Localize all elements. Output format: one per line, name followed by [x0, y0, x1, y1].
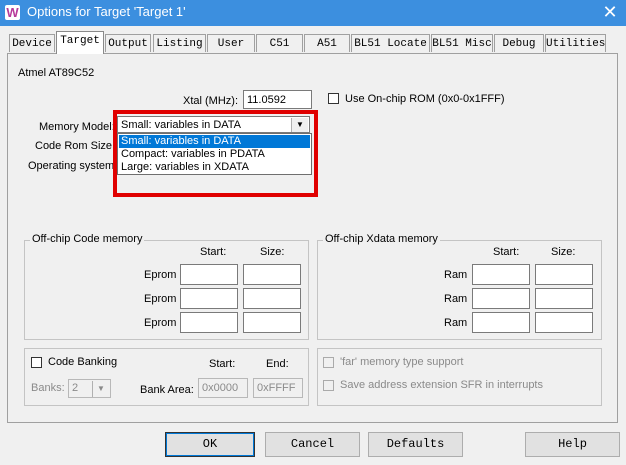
tab-utilities[interactable]: Utilities — [545, 34, 606, 52]
tab-bl51-misc[interactable]: BL51 Misc — [431, 34, 493, 52]
xtal-input[interactable]: 11.0592 — [243, 90, 312, 109]
memory-model-label: Memory Model: — [39, 121, 115, 133]
eprom-label-2: Eprom — [144, 293, 177, 305]
ok-button[interactable]: OK — [165, 432, 255, 457]
offchip-code-size-header: Size: — [260, 246, 285, 258]
ram-size-1[interactable] — [535, 264, 593, 285]
tab-bl51-locate[interactable]: BL51 Locate — [351, 34, 430, 52]
tab-user[interactable]: User — [207, 34, 255, 52]
offchip-xdata-size-header: Size: — [551, 246, 576, 258]
window-title: Options for Target 'Target 1' — [27, 4, 186, 19]
tab-target[interactable]: Target — [56, 31, 104, 54]
ram-label-1: Ram — [444, 269, 468, 281]
tab-debug[interactable]: Debug — [494, 34, 544, 52]
banks-value: 2 — [72, 382, 79, 394]
tab-device[interactable]: Device — [9, 34, 55, 52]
eprom-label-1: Eprom — [144, 269, 177, 281]
ram-label-3: Ram — [444, 317, 468, 329]
eprom-size-3[interactable] — [243, 312, 301, 333]
bank-area-end[interactable]: 0xFFFF — [253, 378, 303, 398]
tab-c51[interactable]: C51 — [256, 34, 303, 52]
device-name: Atmel AT89C52 — [18, 67, 95, 79]
defaults-button[interactable]: Defaults — [368, 432, 463, 457]
offchip-code-start-header: Start: — [200, 246, 227, 258]
bank-area-label: Bank Area: — [140, 384, 194, 396]
operating-system-label: Operating system: — [28, 160, 118, 172]
banks-select[interactable]: 2 ▼ — [68, 379, 111, 398]
far-memory-checkbox[interactable] — [323, 357, 334, 368]
offchip-xdata-start-header: Start: — [493, 246, 520, 258]
ram-size-2[interactable] — [535, 288, 593, 309]
cancel-button[interactable]: Cancel — [265, 432, 360, 457]
eprom-start-3[interactable] — [180, 312, 238, 333]
ram-start-1[interactable] — [472, 264, 530, 285]
close-icon[interactable]: ✕ — [598, 1, 622, 23]
onchip-rom-label: Use On-chip ROM (0x0-0x1FFF) — [345, 93, 505, 105]
banks-label: Banks: — [31, 382, 65, 394]
highlight-annotation-box — [113, 110, 318, 197]
bank-start-header: Start: — [209, 358, 236, 370]
code-rom-size-label: Code Rom Size: — [35, 140, 116, 152]
xtal-label: Xtal (MHz): — [183, 95, 238, 107]
ram-start-2[interactable] — [472, 288, 530, 309]
bank-end-header: End: — [266, 358, 289, 370]
tab-a51[interactable]: A51 — [304, 34, 350, 52]
tab-listing[interactable]: Listing — [153, 34, 206, 52]
eprom-label-3: Eprom — [144, 317, 177, 329]
offchip-code-title: Off-chip Code memory — [30, 233, 145, 245]
tab-output[interactable]: Output — [105, 34, 151, 52]
title-bar: W Options for Target 'Target 1' ✕ — [0, 0, 626, 26]
ram-label-2: Ram — [444, 293, 468, 305]
chevron-down-icon[interactable]: ▼ — [92, 381, 109, 397]
offchip-xdata-title: Off-chip Xdata memory — [323, 233, 440, 245]
onchip-rom-checkbox[interactable] — [328, 93, 339, 104]
help-button[interactable]: Help — [525, 432, 620, 457]
ram-start-3[interactable] — [472, 312, 530, 333]
keil-logo-icon: W — [5, 5, 20, 20]
eprom-size-1[interactable] — [243, 264, 301, 285]
code-banking-label: Code Banking — [48, 356, 118, 368]
eprom-start-2[interactable] — [180, 288, 238, 309]
code-banking-checkbox[interactable] — [31, 357, 42, 368]
far-memory-label: 'far' memory type support — [340, 356, 464, 368]
ram-size-3[interactable] — [535, 312, 593, 333]
eprom-size-2[interactable] — [243, 288, 301, 309]
save-sfr-checkbox[interactable] — [323, 380, 334, 391]
bank-area-start[interactable]: 0x0000 — [198, 378, 248, 398]
eprom-start-1[interactable] — [180, 264, 238, 285]
save-sfr-label: Save address extension SFR in interrupts — [340, 379, 543, 391]
